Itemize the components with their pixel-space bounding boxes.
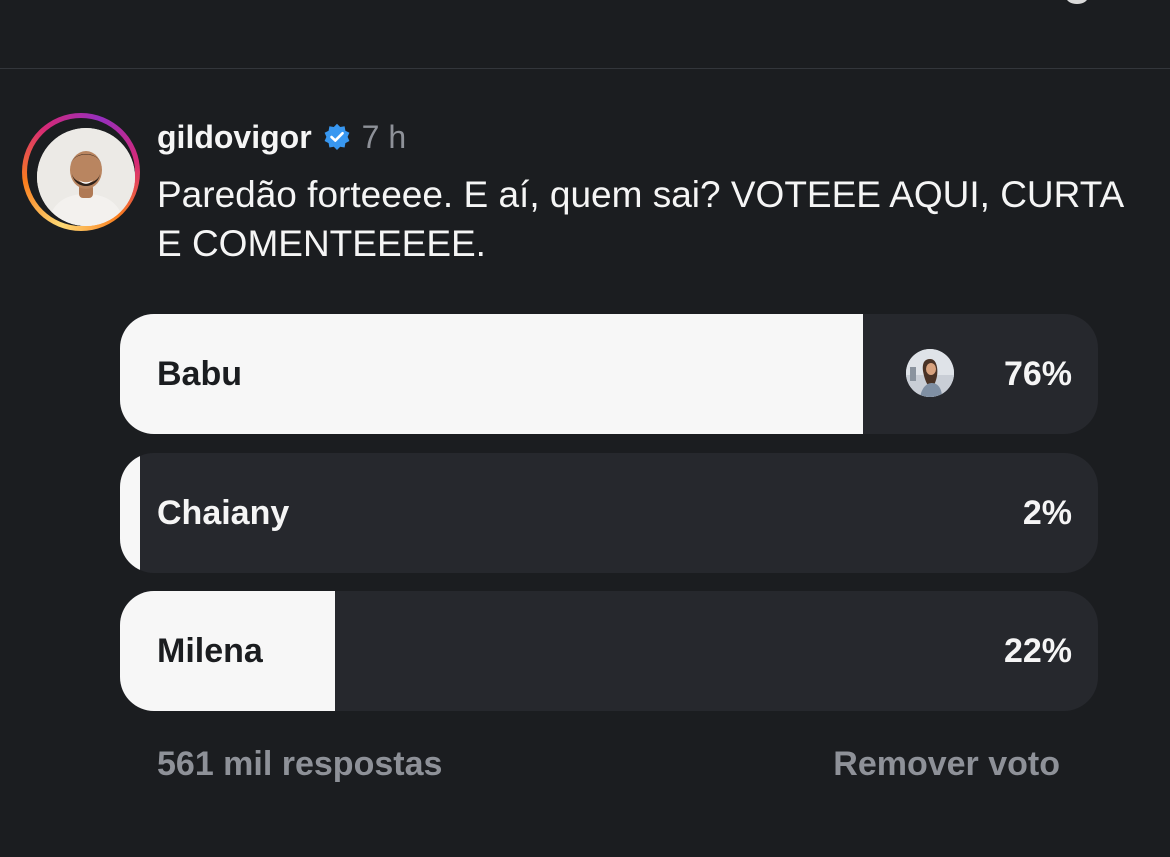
remove-vote-button[interactable]: Remover voto — [833, 745, 1060, 784]
poll-option-babu[interactable]: Babu 76% — [120, 314, 1098, 434]
poll-option-chaiany[interactable]: Chaiany 2% — [120, 453, 1098, 573]
story-ring[interactable] — [22, 113, 140, 231]
username[interactable]: gildovigor — [157, 119, 312, 156]
poll-option-percent: 2% — [1022, 494, 1072, 532]
poll-option-label: Milena — [157, 632, 263, 670]
post-header: gildovigor 7 h — [157, 114, 406, 160]
poll-option-fill — [120, 453, 140, 573]
verified-badge-icon — [322, 122, 352, 152]
header-divider — [0, 68, 1170, 69]
avatar-gap — [27, 118, 135, 226]
post-time: 7 h — [361, 118, 407, 155]
poll-response-count: 561 mil respostas — [157, 745, 443, 783]
avatar-image — [37, 128, 135, 226]
poll-option-milena[interactable]: Milena 22% — [120, 591, 1098, 711]
post-caption: Paredão forteeee. E aí, quem sai? VOTEEE… — [157, 174, 1123, 264]
poll-option-label: Chaiany — [157, 494, 290, 532]
poll-option-label: Babu — [157, 355, 242, 393]
poll-option-percent: 22% — [1003, 632, 1072, 670]
top-bar-partial-icon — [1066, 0, 1088, 4]
voter-avatar — [906, 349, 954, 397]
avatar — [37, 128, 135, 226]
poll-option-percent: 76% — [1003, 355, 1072, 393]
